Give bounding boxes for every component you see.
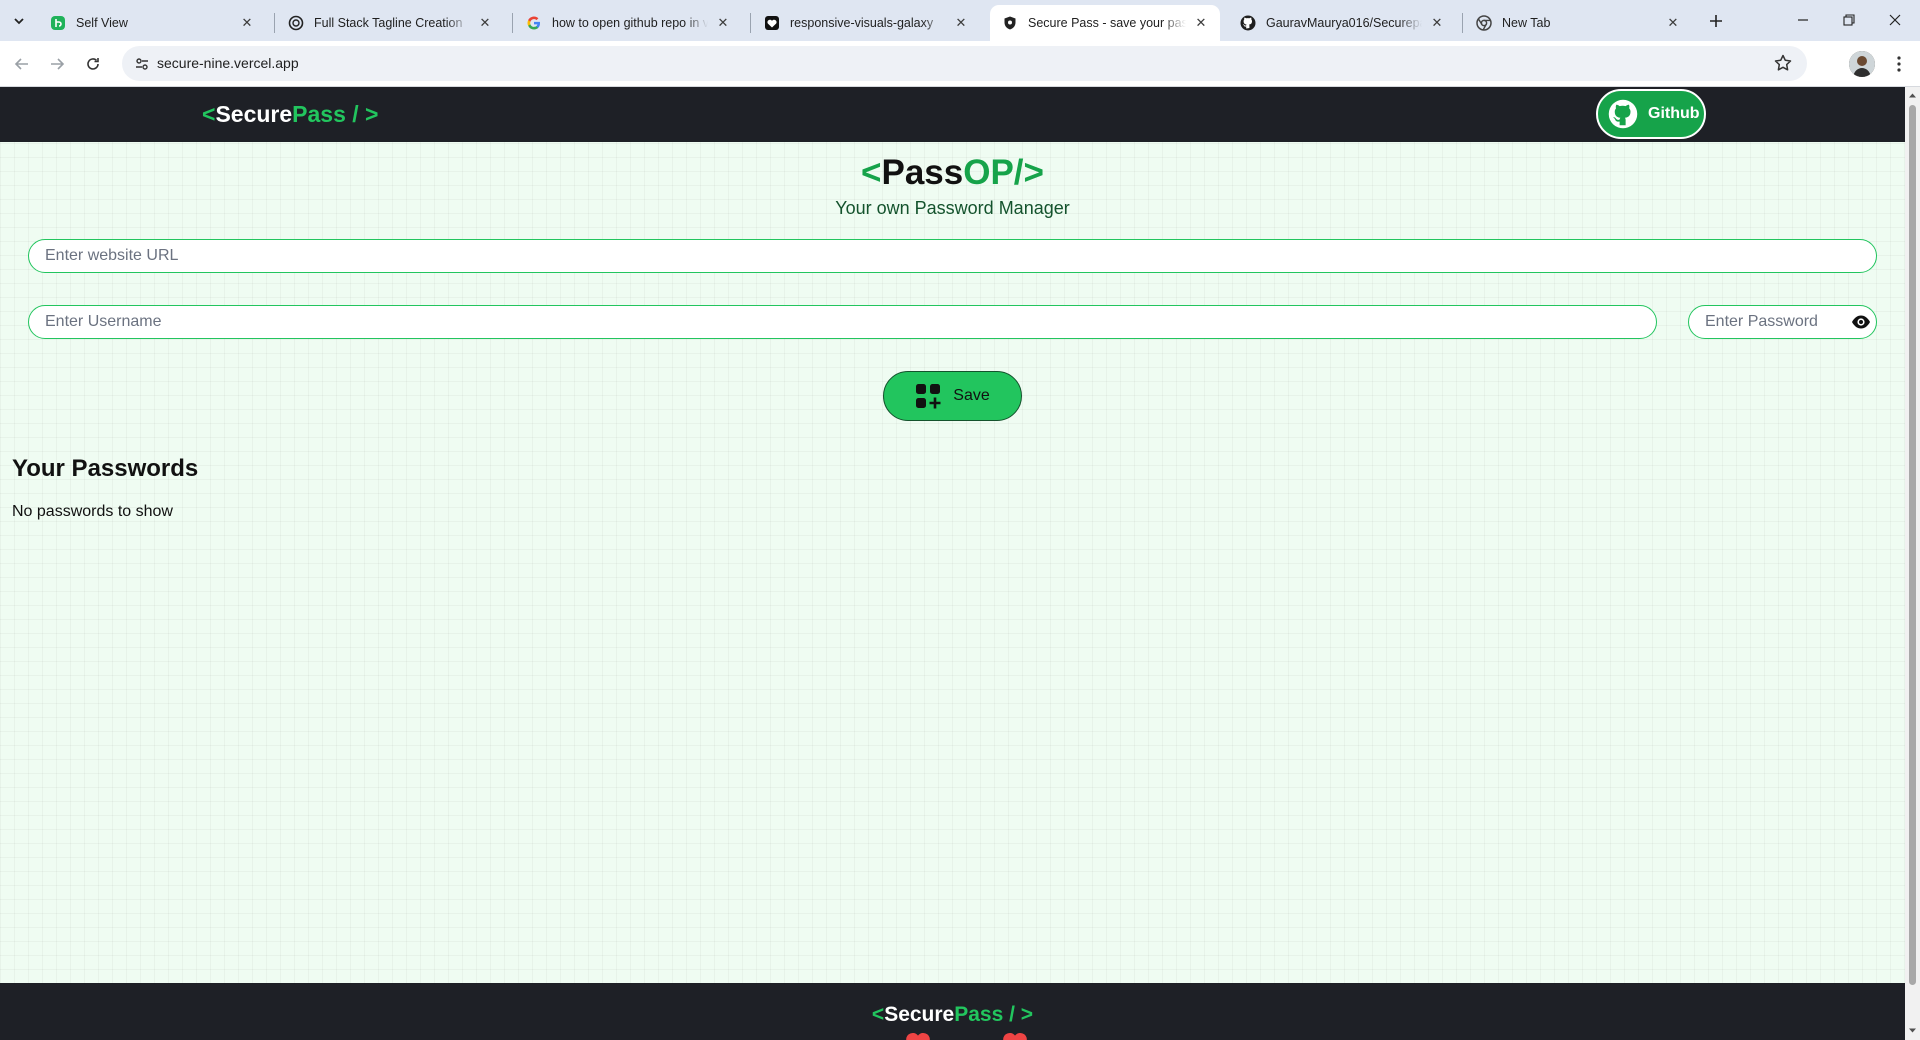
chatgpt-icon: [288, 15, 304, 31]
website-url-field: [28, 239, 1877, 273]
logo-secure-text: Secure: [215, 101, 293, 127]
empty-state-message: No passwords to show: [12, 503, 173, 520]
tab-search-button[interactable]: [6, 8, 32, 34]
tab-divider: [274, 13, 275, 33]
restore-icon: [1843, 14, 1855, 26]
save-button[interactable]: Save: [883, 371, 1022, 421]
forward-button[interactable]: [43, 50, 71, 78]
tab-title: New Tab: [1502, 16, 1551, 30]
bookmark-star-icon[interactable]: [1773, 53, 1793, 73]
scrollbar-thumb[interactable]: [1909, 105, 1916, 985]
page-subtitle: Your own Password Manager: [835, 198, 1070, 218]
tab-title: Self View: [76, 16, 128, 30]
tab-title: how to open github repo in vs: [552, 16, 708, 30]
title-op-text: OP/>: [963, 153, 1044, 192]
close-icon[interactable]: ✕: [1428, 14, 1446, 32]
logo-secure-text: Secure: [884, 1003, 955, 1026]
close-icon[interactable]: ✕: [238, 14, 256, 32]
save-button-label: Save: [953, 387, 990, 404]
chevron-down-icon: [14, 18, 24, 25]
browser-tab[interactable]: GauravMaurya016/Securepass ✕: [1228, 5, 1456, 41]
heart-badge-icon: [764, 15, 780, 31]
logo-bracket-close: / >: [1003, 1003, 1034, 1026]
more-vertical-icon: [1897, 56, 1901, 72]
logo-pass-text: Pass: [954, 1003, 1004, 1026]
close-icon[interactable]: ✕: [952, 14, 970, 32]
title-bracket-open: <: [861, 153, 882, 192]
tab-divider: [1462, 13, 1463, 33]
tab-title: GauravMaurya016/Securepass: [1266, 16, 1422, 30]
green-square-icon: [50, 15, 66, 31]
github-icon: [1240, 15, 1256, 31]
site-footer: <SecurePass / >: [0, 983, 1905, 1040]
plus-icon: [1710, 15, 1722, 27]
close-window-button[interactable]: [1872, 0, 1918, 40]
browser-tab[interactable]: Full Stack Tagline Creation ✕: [276, 5, 504, 41]
page-title: <PassOP/>: [0, 153, 1905, 193]
page-scrollbar[interactable]: [1905, 87, 1920, 1040]
close-icon[interactable]: ✕: [1664, 14, 1682, 32]
close-icon[interactable]: ✕: [714, 14, 732, 32]
shield-icon: [1002, 15, 1018, 31]
github-button[interactable]: Github: [1596, 89, 1706, 139]
back-button[interactable]: [8, 50, 36, 78]
scroll-up-arrow-icon[interactable]: [1908, 91, 1917, 100]
arrow-right-icon: [51, 58, 65, 70]
browser-tab[interactable]: how to open github repo in vs ✕: [514, 5, 742, 41]
restore-button[interactable]: [1826, 0, 1872, 40]
page-viewport: <SecurePass / > Github <PassOP/> Your ow…: [0, 87, 1905, 1040]
browser-tab[interactable]: responsive-visuals-galaxy ✕: [752, 5, 980, 41]
close-icon[interactable]: ✕: [1192, 14, 1210, 32]
tab-divider: [512, 13, 513, 33]
close-icon[interactable]: ✕: [476, 14, 494, 32]
add-grid-icon: [916, 384, 941, 409]
username-field: [28, 305, 1657, 339]
profile-avatar[interactable]: [1849, 51, 1875, 77]
logo-bracket-close: / >: [345, 101, 379, 127]
reload-icon: [87, 58, 99, 70]
site-settings-icon[interactable]: [132, 54, 152, 74]
heart-icon: [1003, 1032, 1027, 1040]
google-icon: [526, 15, 542, 31]
tab-divider: [750, 13, 751, 33]
browser-tab-active[interactable]: Secure Pass - save your passwords ✕: [990, 5, 1220, 41]
website-url-input[interactable]: [29, 240, 1876, 272]
browser-tab[interactable]: New Tab ✕: [1464, 5, 1692, 41]
logo-bracket-open: <: [871, 1003, 885, 1026]
close-icon: [1889, 14, 1901, 26]
minimize-button[interactable]: [1780, 0, 1826, 40]
heart-icon: [906, 1032, 930, 1040]
new-tab-button[interactable]: [1703, 8, 1729, 34]
github-icon: [1608, 99, 1638, 129]
arrow-left-icon: [14, 58, 28, 70]
reload-button[interactable]: [79, 50, 107, 78]
site-navbar: <SecurePass / > Github: [0, 87, 1905, 142]
browser-tab[interactable]: Self View ✕: [38, 5, 266, 41]
minimize-icon: [1798, 19, 1808, 21]
passwords-heading: Your Passwords: [12, 455, 199, 482]
logo-bracket-open: <: [202, 101, 216, 127]
username-input[interactable]: [29, 306, 1656, 338]
logo-pass-text: Pass: [292, 101, 346, 127]
site-logo[interactable]: <SecurePass / >: [202, 101, 378, 128]
browser-tabstrip: Self View ✕ Full Stack Tagline Creation …: [0, 0, 1920, 41]
github-button-label: Github: [1648, 105, 1700, 122]
address-bar[interactable]: secure-nine.vercel.app: [122, 46, 1807, 81]
password-input[interactable]: [1689, 306, 1876, 338]
title-pass-text: Pass: [881, 153, 964, 192]
tab-title: responsive-visuals-galaxy: [790, 16, 934, 30]
eye-icon[interactable]: [1851, 313, 1871, 331]
browser-toolbar: secure-nine.vercel.app: [0, 41, 1920, 87]
chrome-icon: [1476, 15, 1492, 31]
password-field: [1688, 305, 1877, 339]
url-text: secure-nine.vercel.app: [157, 55, 299, 71]
footer-logo: <SecurePass / >: [0, 1003, 1905, 1027]
scroll-down-arrow-icon[interactable]: [1908, 1026, 1917, 1035]
browser-menu-button[interactable]: [1886, 51, 1912, 77]
tab-title: Secure Pass - save your passwords: [1028, 16, 1186, 30]
tab-title: Full Stack Tagline Creation: [314, 16, 463, 30]
